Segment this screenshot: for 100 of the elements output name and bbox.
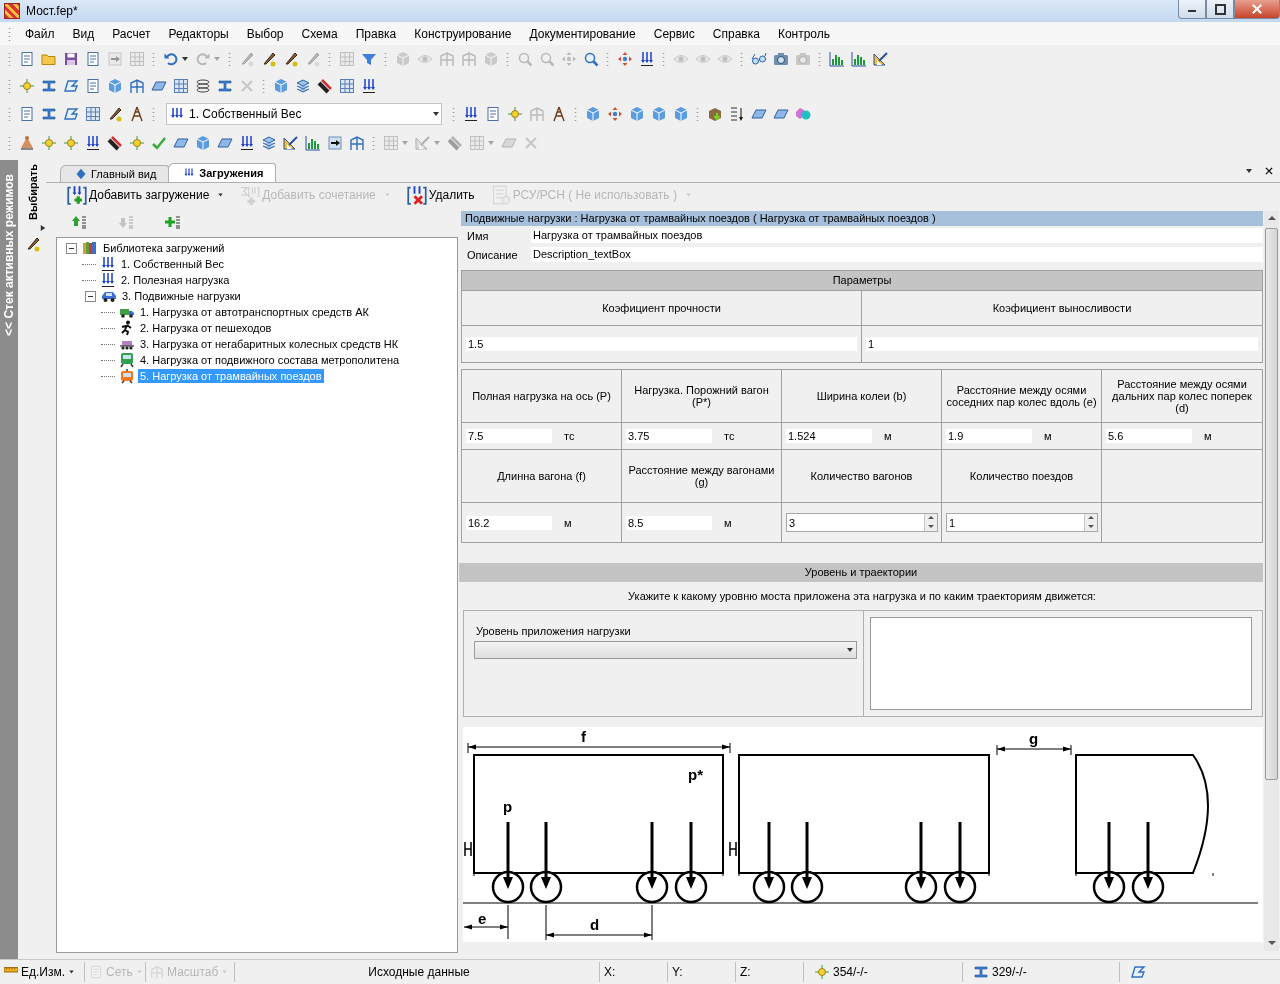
node-icon[interactable]: [507, 105, 523, 122]
cube-icon[interactable]: [673, 105, 689, 122]
frame-icon[interactable]: [129, 77, 145, 94]
mode-label[interactable]: Выбирать: [27, 164, 39, 220]
bar-chart-icon[interactable]: [305, 135, 321, 151]
menu-item[interactable]: Выбор: [237, 26, 293, 41]
sort-icon[interactable]: [729, 105, 745, 122]
close-icon[interactable]: [1264, 166, 1274, 176]
bar-chart-icon[interactable]: [851, 50, 867, 67]
shapes-icon[interactable]: [795, 105, 811, 122]
menu-item[interactable]: Контроль: [768, 26, 840, 41]
add-row-icon[interactable]: [164, 214, 182, 230]
move-arrows-icon[interactable]: [607, 105, 623, 122]
menu-item[interactable]: Конструирование: [405, 26, 521, 41]
text-field[interactable]: 1.9: [946, 429, 1032, 443]
document-icon[interactable]: [485, 105, 501, 122]
tower-icon[interactable]: [551, 105, 567, 122]
layers-icon[interactable]: [261, 135, 277, 151]
cube-icon[interactable]: [585, 105, 601, 122]
toolbar-button[interactable]: Добавить загружение: [64, 185, 228, 205]
frame-icon[interactable]: [349, 135, 365, 151]
node-icon[interactable]: [19, 77, 35, 94]
level-dropdown[interactable]: [474, 641, 857, 659]
expander-icon[interactable]: [85, 290, 96, 302]
grid-icon[interactable]: [85, 105, 101, 122]
feather-icon[interactable]: [283, 50, 299, 67]
status-menu[interactable]: Ед.Изм.: [4, 965, 76, 979]
text-field[interactable]: 3.75: [626, 429, 712, 443]
text-field[interactable]: 16.2: [466, 515, 552, 530]
close-button[interactable]: [1234, 0, 1280, 19]
grid-icon[interactable]: [339, 77, 355, 94]
grid-icon[interactable]: [173, 77, 189, 94]
spring-icon[interactable]: [195, 77, 211, 94]
name-field[interactable]: Нагрузка от трамвайных поездов: [531, 228, 1263, 243]
tree-item[interactable]: 1. Собственный Вес: [119, 257, 227, 271]
polygon-icon[interactable]: [63, 77, 79, 94]
document-icon[interactable]: [85, 50, 101, 67]
description-field[interactable]: Description_textBox: [531, 247, 1263, 262]
menu-item[interactable]: Сервис: [644, 26, 704, 41]
cube-icon[interactable]: [651, 105, 667, 122]
menu-item[interactable]: Правка: [346, 26, 406, 41]
number-field[interactable]: 3: [786, 513, 938, 532]
check-icon[interactable]: [151, 135, 167, 151]
tree-item[interactable]: 2. Полезная нагрузка: [119, 273, 232, 287]
text-field[interactable]: 8.5: [626, 515, 712, 530]
cube-icon[interactable]: [629, 105, 645, 122]
beam-icon[interactable]: [41, 77, 57, 94]
feather-icon[interactable]: [25, 235, 41, 252]
text-field[interactable]: 1.524: [786, 429, 872, 443]
glasses-icon[interactable]: [751, 50, 767, 67]
tree-item[interactable]: 3. Нагрузка от негабаритных колесных средств НК: [138, 337, 401, 351]
load-arrows-icon[interactable]: [639, 50, 655, 67]
expand-arrow-icon[interactable]: [40, 223, 46, 232]
tree-item[interactable]: Библиотека загружений: [101, 241, 227, 255]
polygon-icon[interactable]: [63, 105, 79, 122]
menu-item[interactable]: Вид: [63, 26, 104, 41]
bar-chart-icon[interactable]: [829, 50, 845, 67]
undo-icon[interactable]: [163, 50, 179, 67]
node-icon[interactable]: [63, 135, 79, 151]
plate-icon[interactable]: [217, 135, 233, 151]
expander-icon[interactable]: [66, 242, 77, 254]
vertical-scrollbar[interactable]: [1264, 211, 1279, 951]
tree-item[interactable]: 4. Нагрузка от подвижного состава метрополитена: [138, 353, 402, 367]
layers-icon[interactable]: [295, 77, 311, 94]
rod-icon[interactable]: [317, 77, 333, 94]
box-icon[interactable]: [707, 105, 723, 122]
node-icon[interactable]: [129, 135, 145, 151]
spin-buttons[interactable]: [924, 514, 937, 531]
caret-icon[interactable]: [217, 192, 225, 198]
cube-icon[interactable]: [107, 77, 123, 94]
menu-item[interactable]: Файл: [16, 26, 64, 41]
feather-icon[interactable]: [107, 105, 123, 122]
move-up-icon[interactable]: [70, 214, 88, 230]
menu-item[interactable]: Схема: [292, 26, 347, 41]
tower-icon[interactable]: [129, 105, 145, 122]
spin-buttons[interactable]: [1084, 514, 1097, 531]
caret-icon[interactable]: [181, 54, 189, 63]
trajectory-list[interactable]: [869, 617, 1252, 710]
beam-icon[interactable]: [217, 77, 233, 94]
menu-item[interactable]: Редакторы: [159, 26, 238, 41]
cube-icon[interactable]: [273, 77, 289, 94]
minimize-button[interactable]: [1178, 0, 1206, 19]
polygon-icon[interactable]: [1130, 964, 1146, 980]
document-icon[interactable]: [19, 105, 35, 122]
feather-icon[interactable]: [261, 50, 277, 67]
menu-item[interactable]: Документирование: [520, 26, 645, 41]
camera-icon[interactable]: [773, 50, 789, 67]
load-case-dropdown[interactable]: 1. Собственный Вес: [166, 102, 442, 125]
dropdown-arrow-icon[interactable]: [1244, 167, 1254, 175]
text-field[interactable]: 1.5: [466, 337, 857, 351]
load-arrows-icon[interactable]: [361, 77, 377, 94]
rod-icon[interactable]: [107, 135, 123, 151]
tree-item[interactable]: 2. Нагрузка от пешеходов: [138, 321, 274, 335]
magnifier-icon[interactable]: [583, 50, 599, 67]
number-field[interactable]: 1: [946, 513, 1098, 532]
maximize-button[interactable]: [1206, 0, 1234, 19]
menu-item[interactable]: Расчет: [103, 26, 160, 41]
load-arrows-icon[interactable]: [85, 135, 101, 151]
plate-icon[interactable]: [173, 135, 189, 151]
text-field[interactable]: 5.6: [1106, 429, 1192, 443]
